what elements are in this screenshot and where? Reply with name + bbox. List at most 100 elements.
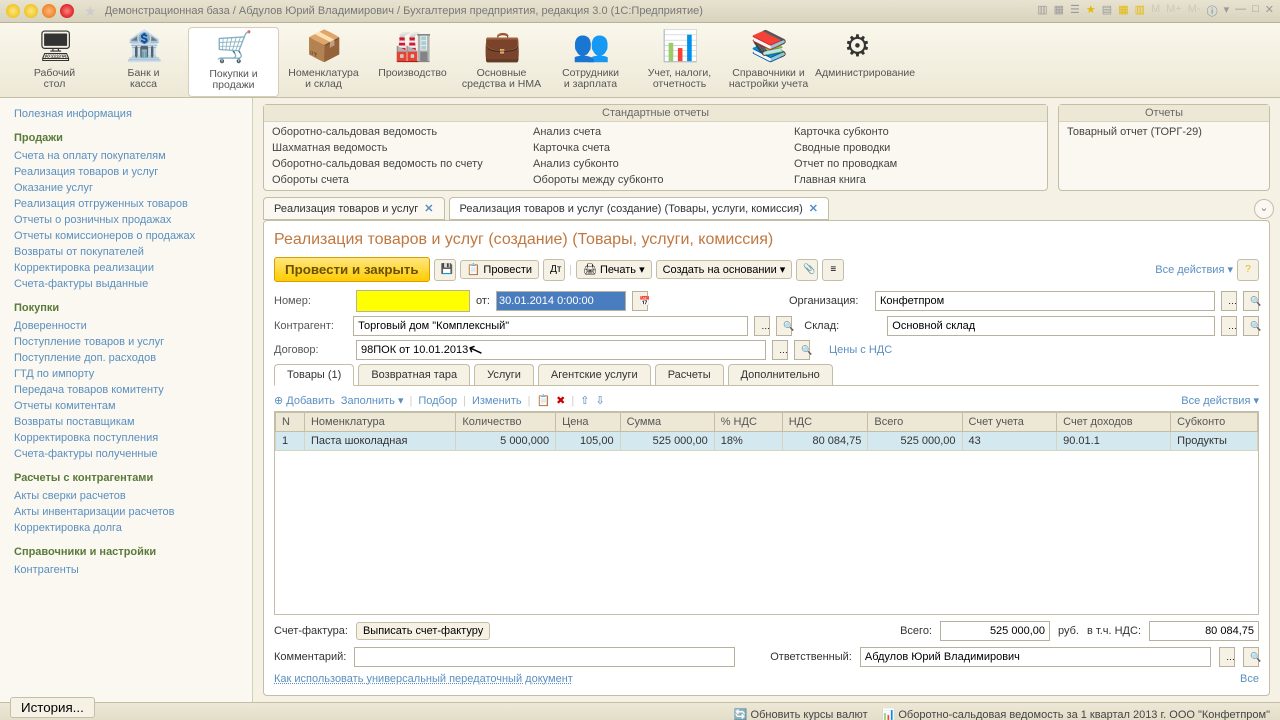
delete-icon[interactable]: ✖ (556, 394, 565, 407)
tool-icon[interactable]: ☰ (1070, 3, 1080, 19)
grid-cell[interactable]: 525 000,00 (868, 432, 962, 451)
history-button[interactable]: История... (10, 697, 95, 718)
grid-cell[interactable]: 525 000,00 (620, 432, 714, 451)
open-icon[interactable]: 🔍 (1243, 316, 1259, 336)
section-tab[interactable]: 🏦Банк икасса (99, 27, 188, 97)
section-tab[interactable]: 🛒Покупки ипродажи (188, 27, 279, 97)
sidebar-link[interactable]: ГТД по импорту (0, 366, 252, 382)
tool-icon[interactable]: ▦ (1054, 3, 1064, 19)
report-link[interactable]: Оборотно-сальдовая ведомость по счету (272, 156, 517, 172)
section-tab[interactable]: 🖥Рабочийстол (10, 27, 99, 97)
number-input[interactable] (356, 290, 470, 312)
contr-input[interactable] (353, 316, 748, 336)
sidebar-link[interactable]: Поступление товаров и услуг (0, 334, 252, 350)
nav-stop-icon[interactable] (60, 4, 74, 18)
all-link[interactable]: Все (1240, 673, 1259, 685)
dropdown-icon[interactable]: ▾ (1224, 3, 1230, 19)
grid-header[interactable]: Сумма (620, 413, 714, 432)
grid-cell[interactable]: 5 000,000 (456, 432, 556, 451)
pick-link[interactable]: Подбор (418, 395, 457, 407)
tool-icon[interactable]: ▤ (1102, 3, 1112, 19)
fill-link[interactable]: Заполнить ▾ (341, 394, 404, 407)
m-icon[interactable]: M (1151, 3, 1160, 19)
copy-icon[interactable]: 📋 (536, 394, 550, 407)
sidebar-link[interactable]: Отчеты комитентам (0, 398, 252, 414)
grid-header[interactable]: N (276, 413, 305, 432)
grid-header[interactable]: Счет доходов (1057, 413, 1171, 432)
grid-cell[interactable]: 90.01.1 (1057, 432, 1171, 451)
osv-link[interactable]: 📊 Оборотно-сальдовая ведомость за 1 квар… (882, 708, 1270, 720)
info-icon[interactable]: ⓘ (1207, 3, 1218, 19)
grid-cell[interactable]: Паста шоколадная (304, 432, 455, 451)
open-icon[interactable]: 🔍 (794, 340, 810, 360)
prices-link[interactable]: Цены с НДС (829, 344, 1259, 356)
sub-tab[interactable]: Агентские услуги (538, 364, 651, 385)
calendar-icon[interactable]: 📅 (632, 291, 648, 311)
org-input[interactable] (875, 291, 1215, 311)
sidebar-link[interactable]: Контрагенты (0, 562, 252, 578)
open-icon[interactable]: 🔍 (1243, 647, 1259, 667)
grid-cell[interactable]: Продукты (1171, 432, 1258, 451)
report-link[interactable]: Анализ счета (533, 124, 778, 140)
section-tab[interactable]: 👥Сотрудникии зарплата (546, 27, 635, 97)
sidebar-link[interactable]: Счета на оплату покупателям (0, 148, 252, 164)
m-icon[interactable]: M- (1188, 3, 1201, 19)
grid-cell[interactable]: 18% (714, 432, 782, 451)
refresh-rates-link[interactable]: 🔄 Обновить курсы валют (734, 708, 868, 720)
sidebar-link[interactable]: Реализация отгруженных товаров (0, 196, 252, 212)
minimize-icon[interactable]: — (1235, 3, 1246, 19)
grid-header[interactable]: Номенклатура (304, 413, 455, 432)
create-based-button[interactable]: Создать на основании ▾ (656, 260, 793, 279)
print-button[interactable]: 🖨 Печать ▾ (576, 260, 652, 279)
resp-input[interactable] (860, 647, 1211, 667)
sidebar-link[interactable]: Полезная информация (0, 106, 252, 122)
grid-header[interactable]: Количество (456, 413, 556, 432)
report-link[interactable]: Обороты между субконто (533, 172, 778, 188)
open-icon[interactable]: 🔍 (776, 316, 792, 336)
post-button[interactable]: 📋 Провести (460, 260, 539, 279)
sidebar-link[interactable]: Реализация товаров и услуг (0, 164, 252, 180)
calendar-icon[interactable]: ▥ (1135, 3, 1145, 19)
document-tab[interactable]: Реализация товаров и услуг✕ (263, 197, 445, 220)
tool-icon[interactable]: ▥ (1037, 3, 1047, 19)
report-link[interactable]: Карточка счета (533, 140, 778, 156)
date-input[interactable] (496, 291, 626, 311)
sidebar-link[interactable]: Поступление доп. расходов (0, 350, 252, 366)
sub-tab[interactable]: Расчеты (655, 364, 724, 385)
sub-tab[interactable]: Товары (1) (274, 364, 354, 386)
report-link[interactable]: Сводные проводки (794, 140, 1039, 156)
grid-header[interactable]: Цена (556, 413, 621, 432)
star-icon[interactable]: ★ (1086, 3, 1096, 19)
report-link[interactable]: Анализ субконто (533, 156, 778, 172)
howto-link[interactable]: Как использовать универсальный передаточ… (274, 673, 573, 685)
write-sf-button[interactable]: Выписать счет-фактуру (356, 622, 490, 640)
save-icon[interactable]: 💾 (434, 259, 456, 281)
sidebar-link[interactable]: Доверенности (0, 318, 252, 334)
sidebar-link[interactable]: Оказание услуг (0, 180, 252, 196)
sidebar-link[interactable]: Корректировка поступления (0, 430, 252, 446)
comment-input[interactable] (354, 647, 734, 667)
help-icon[interactable]: ? (1237, 259, 1259, 281)
change-link[interactable]: Изменить (472, 395, 522, 407)
sidebar-link[interactable]: Счета-фактуры полученные (0, 446, 252, 462)
attach-icon[interactable]: 📎 (796, 259, 818, 281)
report-link[interactable]: Отчет по проводкам (794, 156, 1039, 172)
report-link[interactable]: Главная книга (794, 172, 1039, 188)
select-icon[interactable]: … (1221, 316, 1237, 336)
sidebar-link[interactable]: Передача товаров комитенту (0, 382, 252, 398)
section-tab[interactable]: 🏭Производство (368, 27, 457, 97)
section-tab[interactable]: 📚Справочники инастройки учета (724, 27, 813, 97)
nav-back-icon[interactable] (24, 4, 38, 18)
select-icon[interactable]: … (754, 316, 770, 336)
list-icon[interactable]: ≡ (822, 259, 844, 281)
m-icon[interactable]: M+ (1166, 3, 1182, 19)
post-and-close-button[interactable]: Провести и закрыть (274, 257, 430, 282)
document-tab[interactable]: Реализация товаров и услуг (создание) (Т… (449, 197, 829, 220)
maximize-icon[interactable]: □ (1252, 3, 1259, 19)
dt-kt-icon[interactable]: Дт (543, 259, 565, 281)
grid-header[interactable]: Всего (868, 413, 962, 432)
grid-cell[interactable]: 43 (962, 432, 1057, 451)
close-tab-icon[interactable]: ✕ (809, 202, 818, 215)
report-link[interactable]: Оборотно-сальдовая ведомость (272, 124, 517, 140)
report-link[interactable]: Карточка субконто (794, 124, 1039, 140)
